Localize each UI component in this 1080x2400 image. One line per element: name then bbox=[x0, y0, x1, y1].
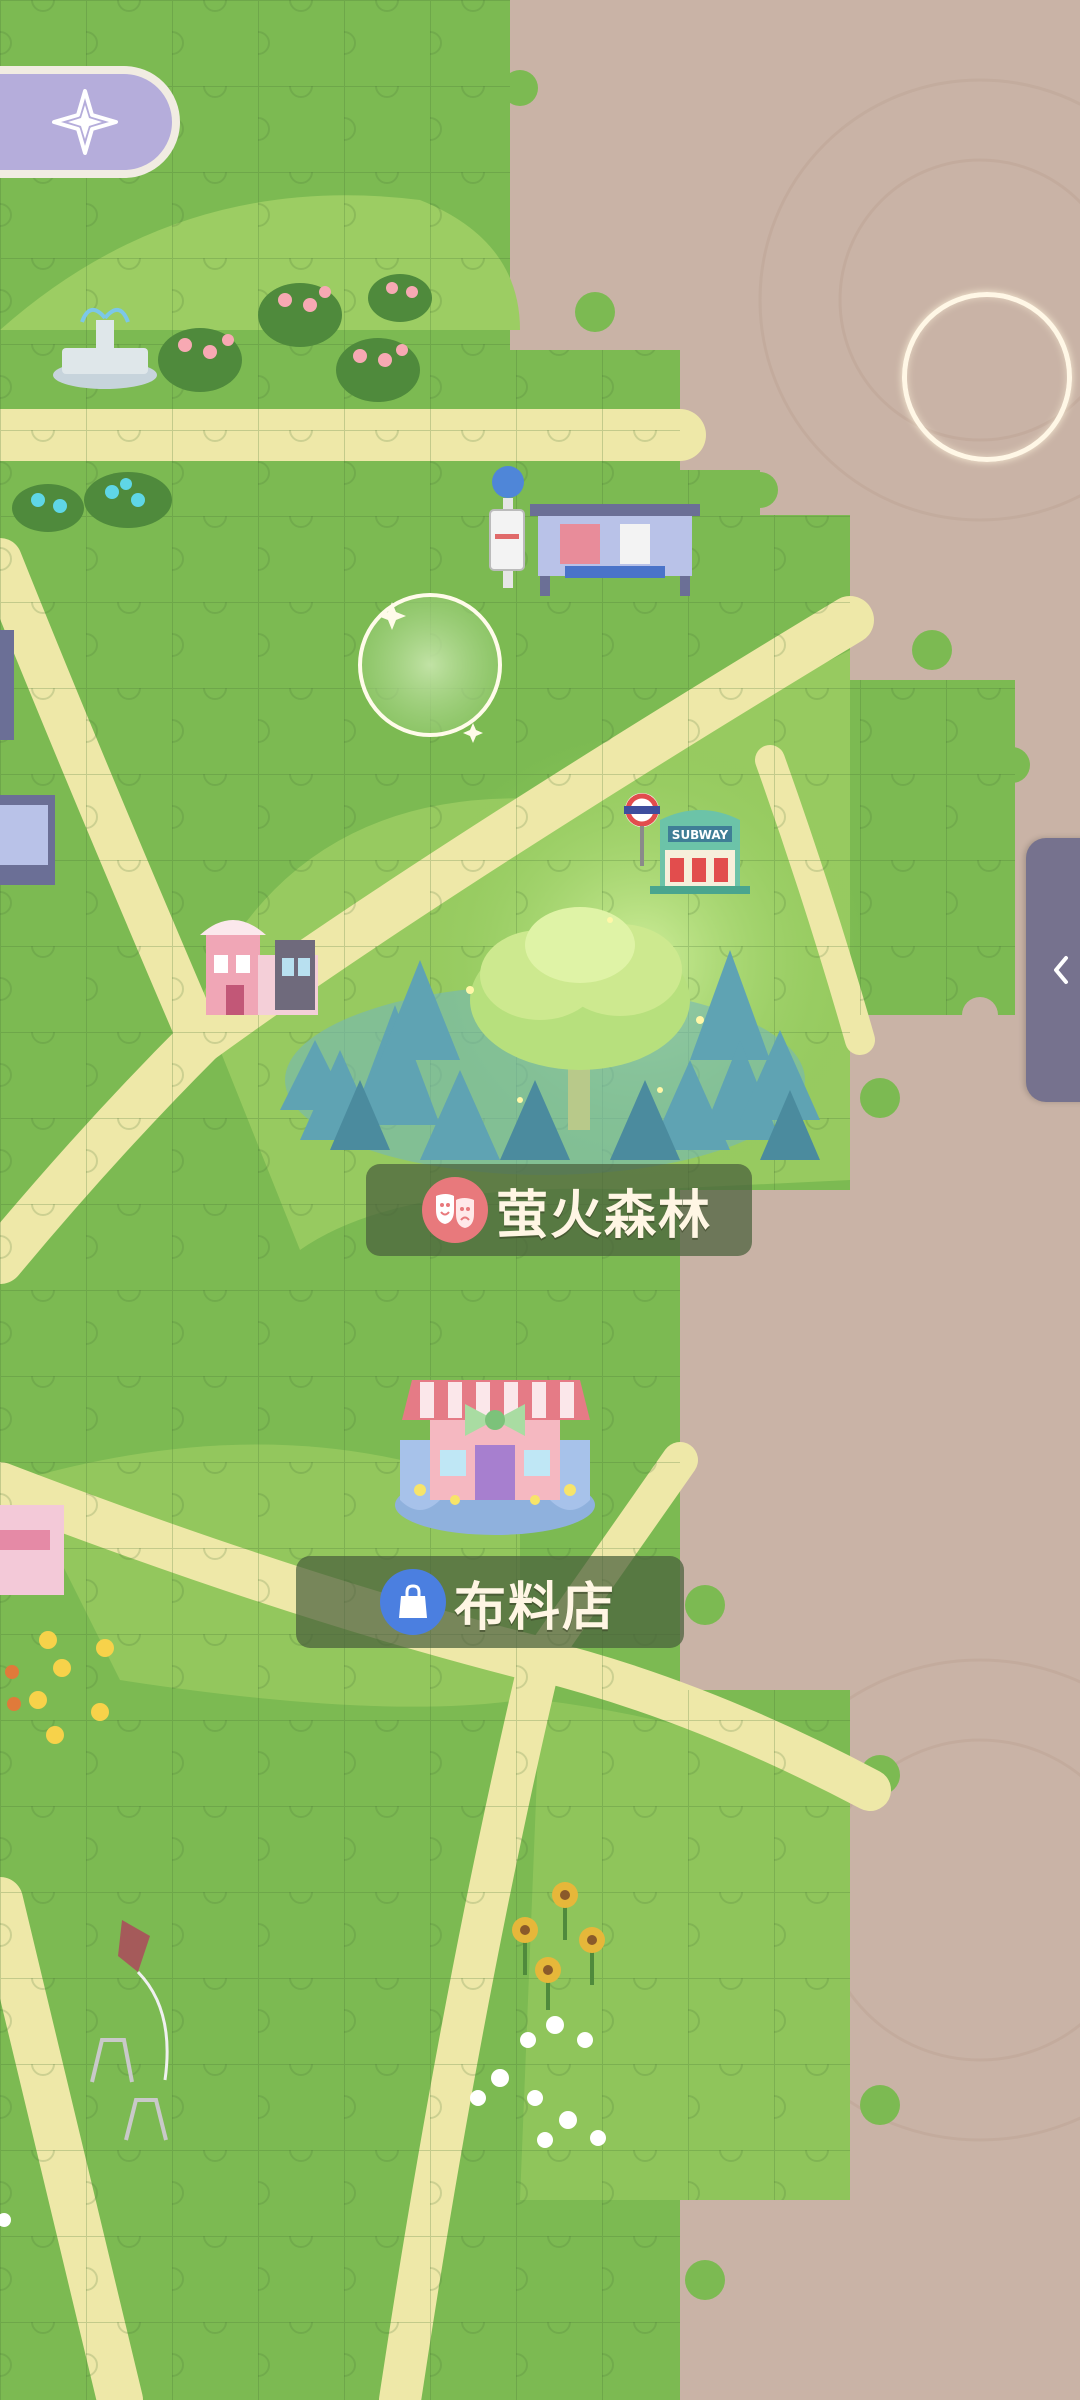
compass-button[interactable] bbox=[0, 66, 180, 178]
shopping-bag-icon bbox=[380, 1569, 446, 1635]
map-screen: SUBWAY 萤火森林 布料店 bbox=[0, 0, 1080, 2400]
theater-masks-icon bbox=[422, 1177, 488, 1243]
subway-sign-text: SUBWAY bbox=[672, 828, 729, 842]
location-label-firefly-forest[interactable]: 萤火森林 bbox=[366, 1164, 752, 1256]
compass-navigation-icon bbox=[52, 89, 118, 155]
target-ring-marker[interactable] bbox=[902, 292, 1072, 462]
side-panel-toggle[interactable] bbox=[1026, 838, 1080, 1102]
chevron-left-icon bbox=[1054, 956, 1068, 984]
location-name: 萤火森林 bbox=[496, 1185, 713, 1246]
location-name: 布料店 bbox=[454, 1577, 617, 1638]
location-label-fabric-shop[interactable]: 布料店 bbox=[296, 1556, 684, 1648]
fabric-shop[interactable] bbox=[395, 1380, 595, 1535]
